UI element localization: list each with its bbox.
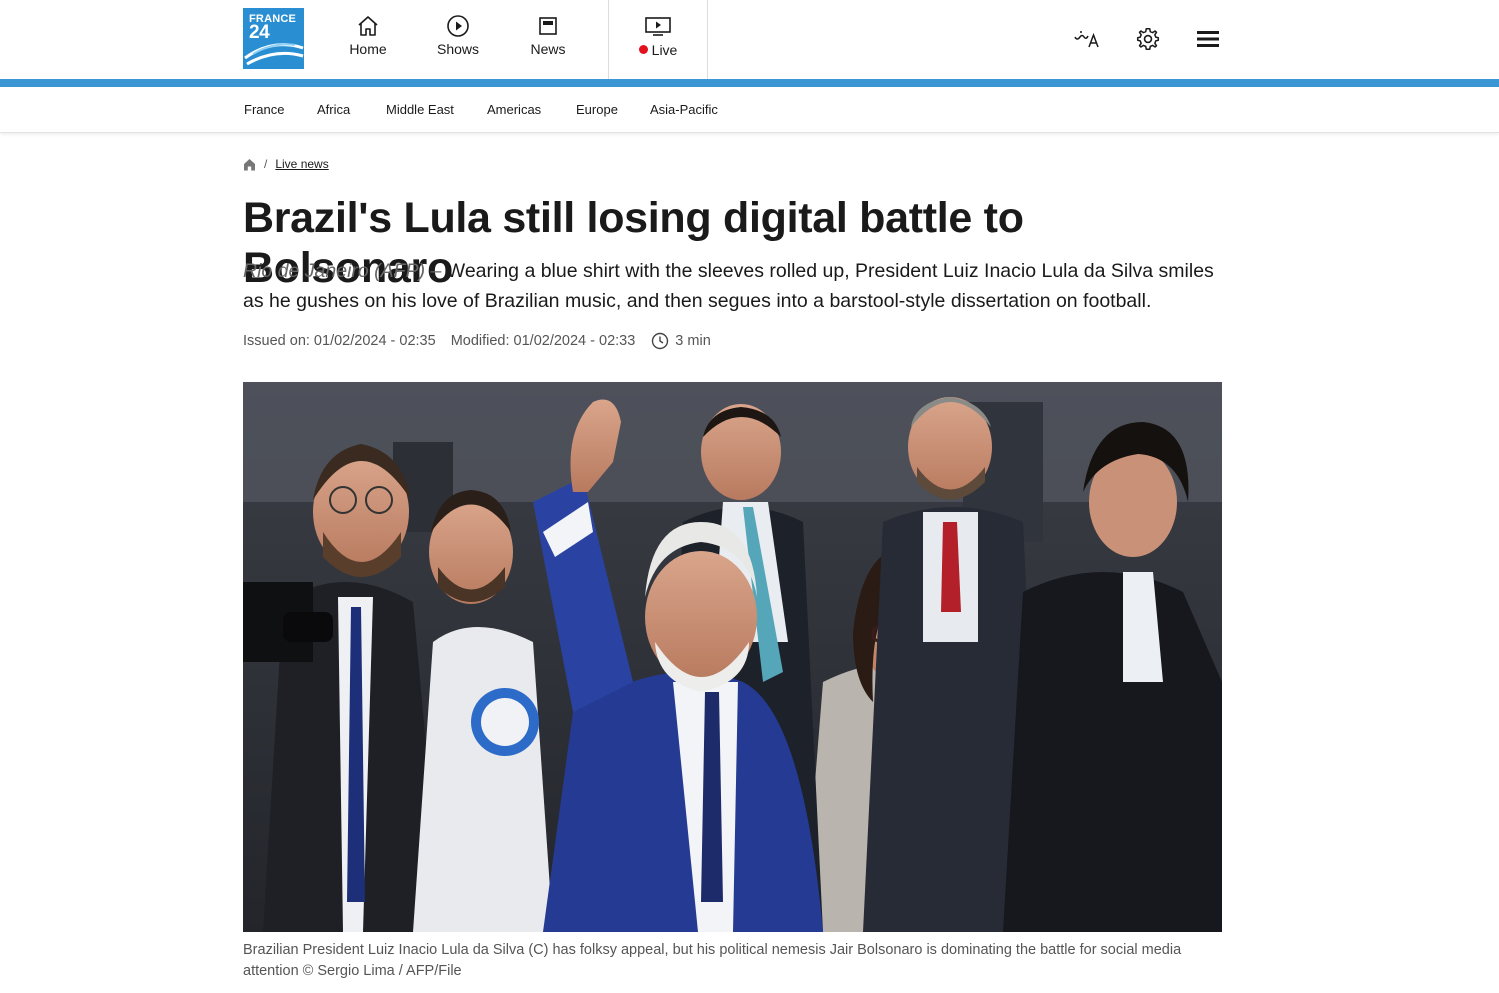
section-nav: France Africa Middle East Americas Europ…: [0, 87, 1499, 133]
brand-accent-rule: [0, 79, 1499, 87]
nav-live-label: Live: [651, 41, 678, 58]
newspaper-icon: [513, 14, 583, 38]
section-link-africa[interactable]: Africa: [317, 102, 350, 117]
breadcrumb-home-icon[interactable]: [243, 158, 256, 171]
photo-crowd-illustration: [243, 382, 1222, 932]
logo-text-24: 24: [249, 22, 270, 43]
nav-news[interactable]: News: [513, 14, 583, 57]
settings-gear-icon[interactable]: [1133, 24, 1163, 54]
nav-home-label: Home: [349, 41, 387, 57]
breadcrumb: / Live news: [243, 156, 329, 172]
language-icon[interactable]: [1072, 24, 1102, 54]
issued-date: Issued on: 01/02/2024 - 02:35: [243, 333, 436, 349]
france24-logo[interactable]: FRANCE 24: [243, 8, 304, 69]
section-link-france[interactable]: France: [244, 102, 284, 117]
section-link-middle-east[interactable]: Middle East: [386, 102, 454, 117]
section-link-europe[interactable]: Europe: [576, 102, 618, 117]
modified-date: Modified: 01/02/2024 - 02:33: [450, 333, 636, 349]
section-link-americas[interactable]: Americas: [487, 102, 541, 117]
nav-shows[interactable]: Shows: [423, 14, 493, 57]
article-meta: Issued on: 01/02/2024 - 02:35 Modified: …: [243, 331, 711, 351]
nav-home[interactable]: Home: [333, 14, 403, 57]
live-indicator-dot: [638, 45, 648, 54]
play-circle-icon: [423, 14, 493, 38]
article-lede: Rio de Janeiro (AFP) – Wearing a blue sh…: [243, 256, 1228, 316]
menu-hamburger-icon[interactable]: [1193, 24, 1223, 54]
breadcrumb-separator: /: [264, 157, 268, 171]
site-header: FRANCE 24 Home Shows News Live: [0, 0, 1499, 79]
breadcrumb-link-live-news[interactable]: Live news: [275, 157, 328, 171]
section-link-asia-pacific[interactable]: Asia-Pacific: [650, 102, 718, 117]
nav-divider: [608, 0, 609, 79]
nav-news-label: News: [530, 41, 566, 57]
clock-icon: [651, 332, 669, 350]
photo-caption: Brazilian President Luiz Inacio Lula da …: [243, 942, 1182, 979]
article-photo: [243, 382, 1222, 932]
read-time: 3 min: [675, 333, 711, 349]
nav-live[interactable]: Live: [623, 14, 693, 58]
live-tv-icon: [623, 14, 693, 38]
article-dateline: Rio de Janeiro (AFP) –: [243, 260, 442, 282]
home-icon: [333, 14, 403, 38]
nav-shows-label: Shows: [436, 41, 480, 57]
nav-divider-right: [707, 0, 708, 79]
